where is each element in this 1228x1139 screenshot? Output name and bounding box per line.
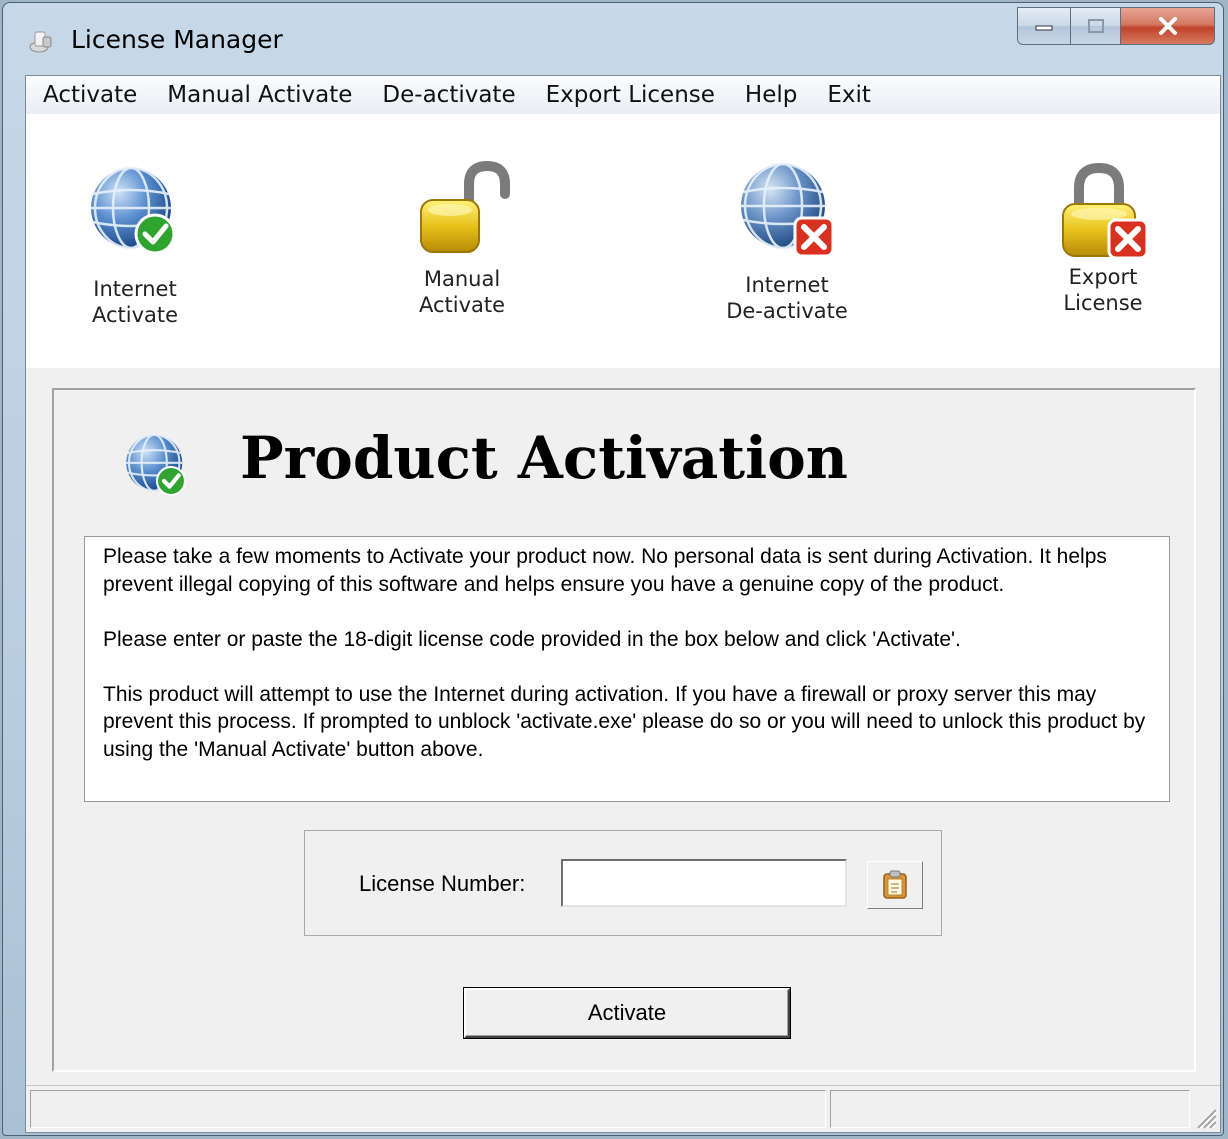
app-icon bbox=[29, 31, 52, 53]
internet-deactivate-label: Internet De-activate bbox=[726, 273, 848, 323]
status-bar bbox=[26, 1085, 1220, 1132]
padlock-open-icon bbox=[420, 160, 510, 253]
close-icon bbox=[1158, 17, 1177, 35]
globe-check-icon bbox=[126, 433, 187, 497]
minimize-icon bbox=[1035, 25, 1053, 31]
window-controls bbox=[1017, 7, 1215, 47]
clipboard-icon bbox=[883, 870, 907, 899]
maximize-icon bbox=[1087, 19, 1104, 33]
resize-grip-icon[interactable] bbox=[1192, 1104, 1218, 1130]
license-number-label: License Number: bbox=[359, 871, 526, 896]
export-license-label: Export License bbox=[1063, 265, 1143, 315]
manual-activate-label: Manual Activate bbox=[418, 267, 506, 317]
export-license-button[interactable]: Export License bbox=[1008, 160, 1198, 316]
status-pane-main bbox=[30, 1090, 826, 1128]
internet-activate-button[interactable]: Internet Activate bbox=[40, 164, 230, 328]
menu-export-license[interactable]: Export License bbox=[531, 82, 730, 108]
window-title: License Manager bbox=[71, 25, 283, 54]
license-manager-window: License Manager Activate Manual Activate… bbox=[2, 2, 1224, 1136]
instructions-box: Please take a few moments to Activate yo… bbox=[84, 536, 1170, 802]
instructions-paragraph: Please enter or paste the 18-digit licen… bbox=[103, 627, 961, 651]
manual-activate-button[interactable]: Manual Activate bbox=[367, 160, 557, 318]
menu-exit[interactable]: Exit bbox=[812, 82, 886, 108]
menu-activate[interactable]: Activate bbox=[26, 82, 152, 108]
instructions-paragraph: This product will attempt to use the Int… bbox=[103, 682, 1146, 761]
activate-button[interactable]: Activate bbox=[464, 988, 790, 1038]
page-title: Product Activation bbox=[240, 424, 848, 492]
menu-help[interactable]: Help bbox=[730, 82, 812, 108]
menu-de-activate[interactable]: De-activate bbox=[367, 82, 530, 108]
license-number-input[interactable] bbox=[561, 859, 847, 907]
padlock-x-icon bbox=[1062, 162, 1149, 260]
menu-manual-activate[interactable]: Manual Activate bbox=[152, 82, 367, 108]
minimize-button[interactable] bbox=[1017, 7, 1071, 45]
internet-deactivate-button[interactable]: Internet De-activate bbox=[692, 160, 882, 324]
globe-x-icon bbox=[741, 162, 835, 258]
paste-button[interactable] bbox=[867, 861, 923, 909]
internet-activate-label: Internet Activate bbox=[91, 277, 179, 327]
menu-bar: Activate Manual Activate De-activate Exp… bbox=[26, 76, 1220, 115]
title-bar[interactable]: License Manager bbox=[3, 3, 1223, 75]
close-button[interactable] bbox=[1121, 7, 1215, 45]
client-area: Activate Manual Activate De-activate Exp… bbox=[25, 75, 1221, 1133]
product-activation-panel: Product Activation Please take a few mom… bbox=[52, 388, 1196, 1072]
license-number-group: License Number: bbox=[304, 830, 942, 936]
toolbar: Internet Activate Manual Activate Intern… bbox=[26, 114, 1220, 368]
globe-check-icon bbox=[91, 166, 176, 255]
instructions-paragraph: Please take a few moments to Activate yo… bbox=[103, 545, 1107, 596]
status-pane-secondary bbox=[830, 1090, 1190, 1128]
maximize-button[interactable] bbox=[1071, 7, 1121, 45]
